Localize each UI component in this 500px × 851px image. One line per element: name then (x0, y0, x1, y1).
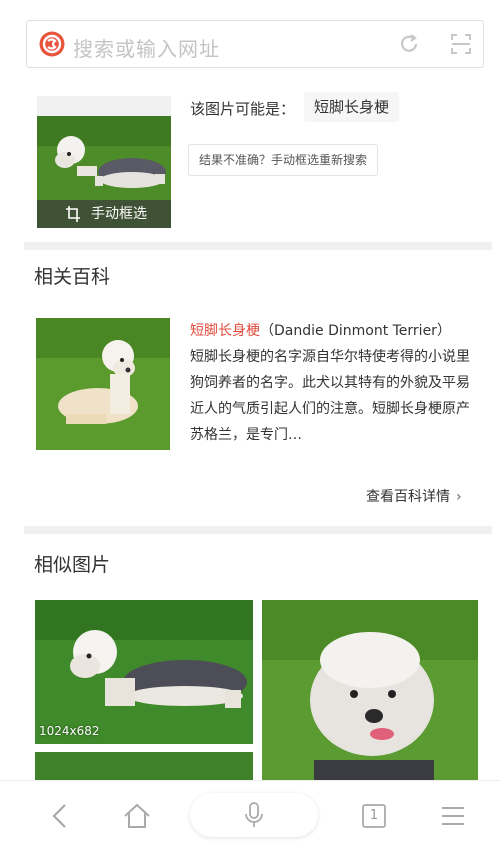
tabs-button[interactable]: 1 (358, 799, 392, 833)
thumb-caption-label: 手动框选 (91, 206, 147, 222)
section-divider (24, 526, 492, 534)
similar-image[interactable]: 1024x682 (35, 600, 253, 744)
tab-count: 1 (369, 808, 379, 823)
scan-icon[interactable] (449, 32, 473, 56)
manual-select-button[interactable]: 结果不准确？手动框选重新搜索 (188, 144, 379, 176)
recognition-label: 该图片可能是： (190, 100, 296, 118)
manual-crop-caption[interactable]: 手动框选 (37, 200, 171, 228)
encyclopedia-image[interactable] (36, 318, 170, 450)
encyclopedia-description: 短脚长身梗的名字源自华尔特使考得的小说里狗饲养者的名字。此犬以其特有的外貌及平易… (190, 349, 470, 443)
similar-dog-image-1 (35, 600, 253, 744)
voice-search-button[interactable] (190, 793, 318, 837)
encyclopedia-more-link[interactable]: 查看百科详情 › (366, 486, 462, 506)
back-icon[interactable] (44, 799, 78, 833)
recognition-result-chip[interactable]: 短脚长身梗 (304, 92, 400, 122)
similar-section-title: 相似图片 (34, 554, 111, 576)
white-dog-image (36, 318, 170, 450)
encyclopedia-more-label: 查看百科详情 (366, 489, 450, 505)
search-bar[interactable]: 搜索或输入网址 (26, 20, 484, 68)
refresh-icon[interactable] (397, 32, 421, 56)
similar-dog-image-2 (262, 600, 478, 800)
encyclopedia-text: 短脚长身梗（Dandie Dinmont Terrier） 短脚长身梗的名字源自… (190, 318, 480, 448)
encyclopedia-term-en: （Dandie Dinmont Terrier） (260, 323, 451, 339)
encyclopedia-term-link[interactable]: 短脚长身梗 (190, 323, 260, 339)
query-image-thumbnail[interactable]: 手动框选 (37, 96, 171, 228)
similar-image[interactable] (262, 600, 478, 800)
home-icon[interactable] (120, 799, 154, 833)
sogou-logo-icon (39, 31, 65, 57)
microphone-icon (245, 802, 263, 827)
chevron-right-icon: › (456, 489, 462, 505)
crop-icon (66, 206, 80, 222)
section-divider (24, 242, 492, 250)
encyclopedia-section-title: 相关百科 (34, 266, 111, 288)
menu-icon[interactable] (436, 799, 470, 833)
bottom-toolbar: 1 (0, 780, 500, 851)
image-size-label: 1024x682 (39, 724, 100, 738)
search-input[interactable]: 搜索或输入网址 (73, 33, 220, 62)
